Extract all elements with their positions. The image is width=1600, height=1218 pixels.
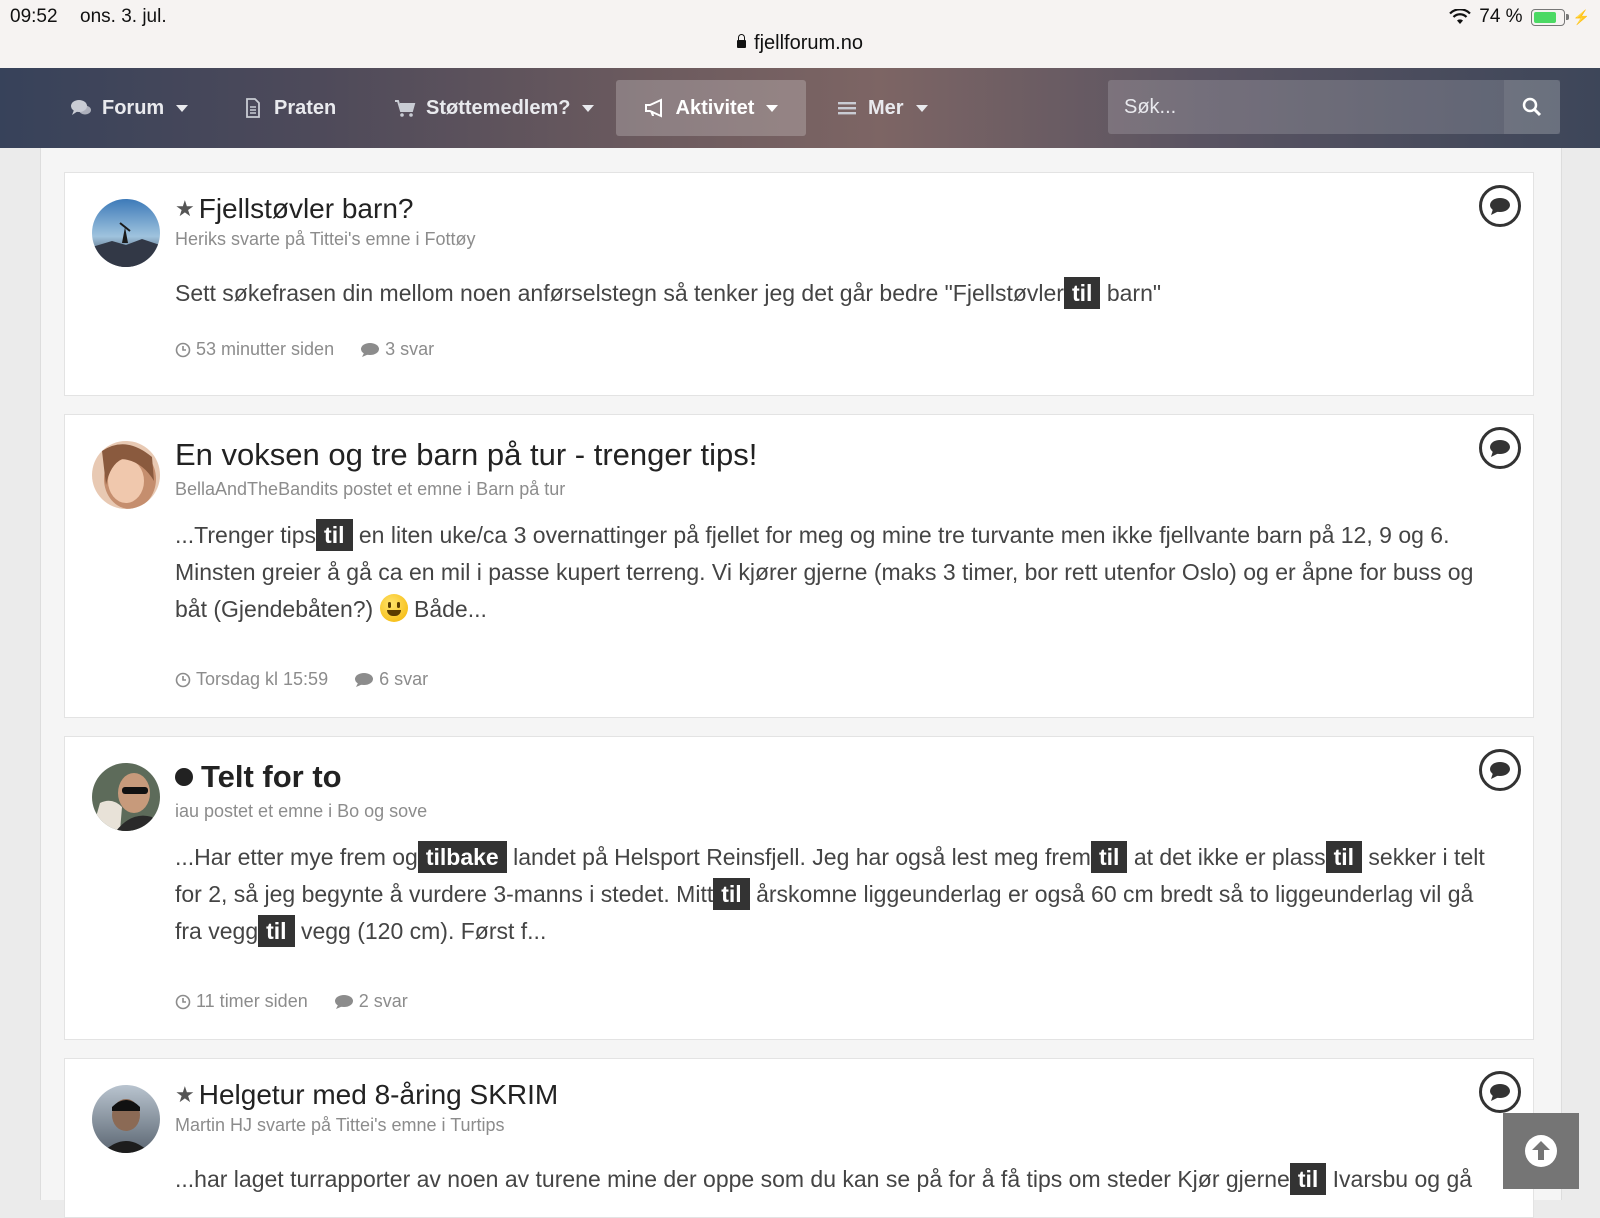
- battery-percent: 74 %: [1479, 6, 1523, 27]
- star-icon: ★: [175, 1082, 195, 1107]
- clock-icon: [175, 342, 191, 357]
- post-meta[interactable]: Martin HJ svarte på Tittei's emne i Turt…: [175, 1115, 505, 1136]
- nav-forum[interactable]: Forum: [56, 80, 202, 136]
- search-highlight: til: [1289, 1163, 1327, 1195]
- cart-icon: [395, 100, 416, 117]
- post-meta[interactable]: Heriks svarte på Tittei's emne i Fottøy: [175, 229, 476, 250]
- post-title[interactable]: ★ Helgetur med 8-åring SKRIM: [175, 1079, 558, 1111]
- avatar[interactable]: [92, 199, 160, 267]
- speech-bubble-icon: [361, 342, 380, 357]
- status-time: 09:52: [10, 6, 58, 27]
- post-meta[interactable]: BellaAndTheBandits postet et emne i Barn…: [175, 479, 565, 500]
- activity-card: ★ Fjellstøvler barn? Heriks svarte på Ti…: [64, 172, 1534, 396]
- activity-card: ★ Helgetur med 8-åring SKRIM Martin HJ s…: [64, 1058, 1534, 1218]
- post-title-text: Helgetur med 8-åring SKRIM: [198, 1079, 559, 1110]
- search-highlight: til: [316, 519, 353, 551]
- post-snippet: ...Trenger tips til en liten uke/ca 3 ove…: [175, 517, 1495, 628]
- search-box: [1108, 80, 1560, 134]
- caret-down-icon: [766, 104, 779, 112]
- url-text: fjellforum.no: [754, 32, 863, 54]
- lock-icon: [737, 34, 747, 48]
- post-snippet: ...Har etter mye frem og tilbake landet p…: [175, 839, 1495, 950]
- search-input[interactable]: [1108, 80, 1504, 134]
- nav-mer[interactable]: Mer: [822, 80, 942, 136]
- wifi-icon: [1449, 9, 1472, 24]
- post-footer: 11 timer siden 2 svar: [175, 991, 408, 1012]
- battery-icon: [1530, 8, 1569, 26]
- reply-count[interactable]: 2 svar: [334, 991, 408, 1012]
- comment-icon: [1479, 1071, 1521, 1113]
- post-time: 11 timer siden: [175, 991, 308, 1012]
- post-time: 53 minutter siden: [175, 339, 334, 360]
- post-title-text: Telt for to: [201, 759, 342, 794]
- comment-icon: [1479, 749, 1521, 791]
- search-highlight: til: [1063, 277, 1101, 309]
- comment-icon: [1479, 427, 1521, 469]
- reply-count[interactable]: 6 svar: [354, 669, 428, 690]
- status-date: ons. 3. jul.: [80, 6, 167, 27]
- nav-label: Støttemedlem?: [426, 96, 571, 119]
- nav-praten[interactable]: Praten: [228, 80, 350, 136]
- status-right: 74 % ⚡: [1449, 6, 1590, 28]
- search-highlight: til: [1325, 841, 1363, 873]
- avatar[interactable]: [92, 763, 160, 831]
- nav-label: Forum: [102, 96, 165, 119]
- menu-icon: [838, 102, 856, 115]
- unread-dot-icon: [175, 768, 193, 786]
- post-snippet: Sett søkefrasen din mellom noen anførsel…: [175, 275, 1495, 312]
- nav-aktivitet[interactable]: Aktivitet: [616, 80, 806, 136]
- post-title[interactable]: En voksen og tre barn på tur - trenger t…: [175, 437, 757, 473]
- nav-label: Aktivitet: [675, 96, 755, 119]
- post-title[interactable]: ★ Fjellstøvler barn?: [175, 193, 413, 225]
- status-bar: 09:52 ons. 3. jul. fjellforum.no 74 % ⚡: [0, 0, 1600, 68]
- search-button[interactable]: [1504, 80, 1560, 134]
- search-highlight: til: [1090, 841, 1128, 873]
- smiley-emoji-icon: [379, 594, 408, 622]
- post-footer: Torsdag kl 15:59 6 svar: [175, 669, 428, 690]
- caret-down-icon: [915, 104, 928, 112]
- nav-label: Mer: [868, 96, 904, 119]
- search-icon: [1522, 97, 1542, 117]
- search-highlight: til: [258, 915, 295, 947]
- search-highlight: til: [713, 878, 750, 910]
- caret-down-icon: [176, 104, 189, 112]
- arrow-up-circle-icon: [1525, 1135, 1557, 1167]
- activity-card: En voksen og tre barn på tur - trenger t…: [64, 414, 1534, 718]
- charging-icon: ⚡: [1572, 8, 1590, 25]
- avatar[interactable]: [92, 441, 160, 509]
- address-bar[interactable]: fjellforum.no: [0, 32, 1600, 55]
- scroll-to-top-button[interactable]: [1503, 1113, 1579, 1189]
- speech-bubble-icon: [334, 994, 353, 1009]
- speech-bubble-icon: [355, 672, 374, 687]
- comments-icon: [71, 100, 91, 115]
- post-title[interactable]: Telt for to: [175, 759, 342, 795]
- post-title-text: Fjellstøvler barn?: [198, 193, 414, 224]
- main-nav: Forum Praten Støttemedlem? Aktivitet Mer: [0, 68, 1600, 148]
- post-snippet: ...har laget turrapporter av noen av tur…: [175, 1161, 1495, 1198]
- comment-icon: [1479, 185, 1521, 227]
- post-footer: 53 minutter siden 3 svar: [175, 339, 434, 360]
- post-time: Torsdag kl 15:59: [175, 669, 328, 690]
- activity-card: Telt for to iau postet et emne i Bo og s…: [64, 736, 1534, 1040]
- clock-icon: [175, 672, 191, 687]
- clock-icon: [175, 994, 191, 1009]
- megaphone-icon: [644, 98, 662, 118]
- caret-down-icon: [582, 104, 595, 112]
- avatar[interactable]: [92, 1085, 160, 1153]
- search-highlight: tilbake: [417, 841, 507, 873]
- reply-count[interactable]: 3 svar: [360, 339, 434, 360]
- nav-label: Praten: [274, 96, 337, 119]
- star-icon: ★: [175, 196, 195, 221]
- document-icon: [246, 98, 260, 118]
- post-meta[interactable]: iau postet et emne i Bo og sove: [175, 801, 427, 822]
- nav-stottemedlem[interactable]: Støttemedlem?: [380, 80, 608, 136]
